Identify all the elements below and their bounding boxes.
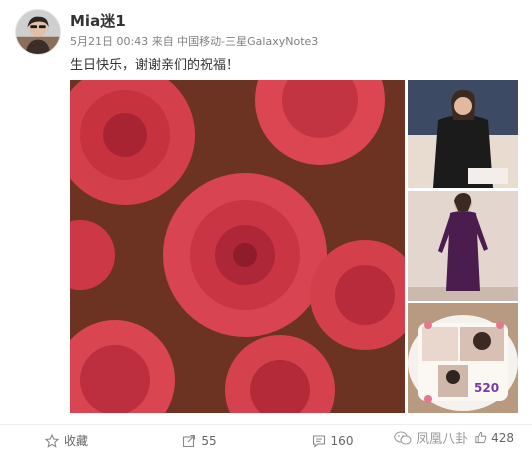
comment-button[interactable]: 160 xyxy=(266,434,399,448)
wechat-icon xyxy=(394,430,412,445)
source-watermark: 凤凰八卦 428 xyxy=(394,428,514,447)
photo-birthday-cake[interactable]: 520 xyxy=(408,303,518,413)
photo-purple-dress[interactable] xyxy=(408,191,518,301)
comment-count: 160 xyxy=(330,433,354,448)
user-avatar[interactable] xyxy=(15,9,61,55)
photo-roses[interactable] xyxy=(70,80,405,413)
like-count[interactable]: 428 xyxy=(491,431,514,445)
post-meta: 5月21日 00:43 来自 中国移动-三星GalaxyNote3 xyxy=(70,35,319,48)
favorite-button[interactable]: 收藏 xyxy=(0,432,133,449)
share-icon xyxy=(183,434,196,447)
username[interactable]: Mia迷1 xyxy=(70,10,126,31)
star-icon xyxy=(44,433,59,448)
cake-text: 520 xyxy=(474,381,500,395)
favorite-label: 收藏 xyxy=(63,434,88,448)
post-text: 生日快乐，谢谢亲们的祝福！ xyxy=(70,58,240,73)
thumbs-up-icon xyxy=(475,431,487,444)
photo-woman-seated[interactable] xyxy=(408,80,518,188)
weibo-post: Mia迷1 5月21日 00:43 来自 中国移动-三星GalaxyNote3 … xyxy=(0,0,532,456)
avatar-image xyxy=(16,10,60,54)
repost-count: 55 xyxy=(201,433,217,448)
comment-icon xyxy=(312,434,325,448)
watermark-text: 凤凰八卦 xyxy=(416,432,469,447)
repost-button[interactable]: 55 xyxy=(133,434,266,448)
